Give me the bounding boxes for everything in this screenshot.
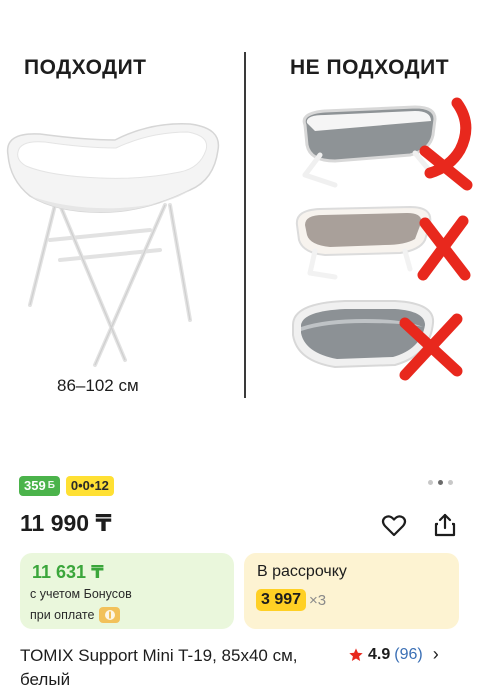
- bonus-badge-value: 359: [24, 478, 46, 493]
- divider: [244, 52, 246, 398]
- installment-badge: 0•0•12: [65, 476, 114, 496]
- reviews-count[interactable]: (96): [394, 646, 422, 664]
- not-fits-heading: НЕ ПОДХОДИТ: [290, 56, 450, 79]
- bonus-badge: 359 Б: [19, 476, 60, 496]
- installment-amount: 3 997: [256, 589, 307, 611]
- installment-multiplier: ×3: [309, 591, 327, 609]
- gallery-dot[interactable]: [448, 480, 453, 485]
- star-icon: [349, 647, 363, 661]
- size-caption: 86–102 см: [57, 376, 139, 395]
- foldable-grey-tub-image: [302, 97, 473, 191]
- bonus-price: 11 631 ₸: [32, 562, 104, 582]
- installment-amount-row: 3 997 ×3: [256, 589, 326, 611]
- installment-card[interactable]: В рассрочку 3 997 ×3: [244, 553, 459, 629]
- bonus-payment-note: при оплате: [30, 607, 121, 623]
- gallery-dot[interactable]: [428, 480, 433, 485]
- collapsible-grey-tub-image: [292, 300, 463, 381]
- share-button[interactable]: [430, 510, 460, 540]
- product-title: TOMIX Support Mini T-19, 85x40 см, белый: [20, 646, 298, 689]
- bonus-note: с учетом Бонусов: [30, 587, 132, 601]
- gallery-indicator[interactable]: [428, 480, 453, 485]
- bonus-price-card[interactable]: 11 631 ₸ с учетом Бонусов при оплате: [20, 553, 234, 629]
- product-price: 11 990 ₸: [20, 510, 112, 536]
- share-icon: [434, 513, 456, 537]
- gallery-dot-active[interactable]: [438, 480, 443, 485]
- tub-on-stand-image: [6, 123, 220, 367]
- rating-value: 4.9: [368, 645, 391, 663]
- product-image[interactable]: ПОДХОДИТ НЕ ПОДХОДИТ 86–102 см: [0, 0, 477, 445]
- installment-title: В рассрочку: [257, 563, 347, 580]
- bonus-payment-label: при оплате: [30, 608, 95, 622]
- favorite-button[interactable]: [379, 511, 409, 541]
- fits-heading: ПОДХОДИТ: [24, 56, 147, 79]
- chevron-right-icon: ›: [432, 644, 439, 664]
- bonus-badge-currency: Б: [47, 480, 55, 491]
- beige-tub-image: [295, 205, 471, 281]
- payment-method-icon: [99, 607, 121, 623]
- promo-badges: 359 Б 0•0•12: [19, 476, 114, 496]
- heart-icon: [381, 515, 407, 537]
- rating-link[interactable]: 4.9 (96) ›: [348, 644, 439, 665]
